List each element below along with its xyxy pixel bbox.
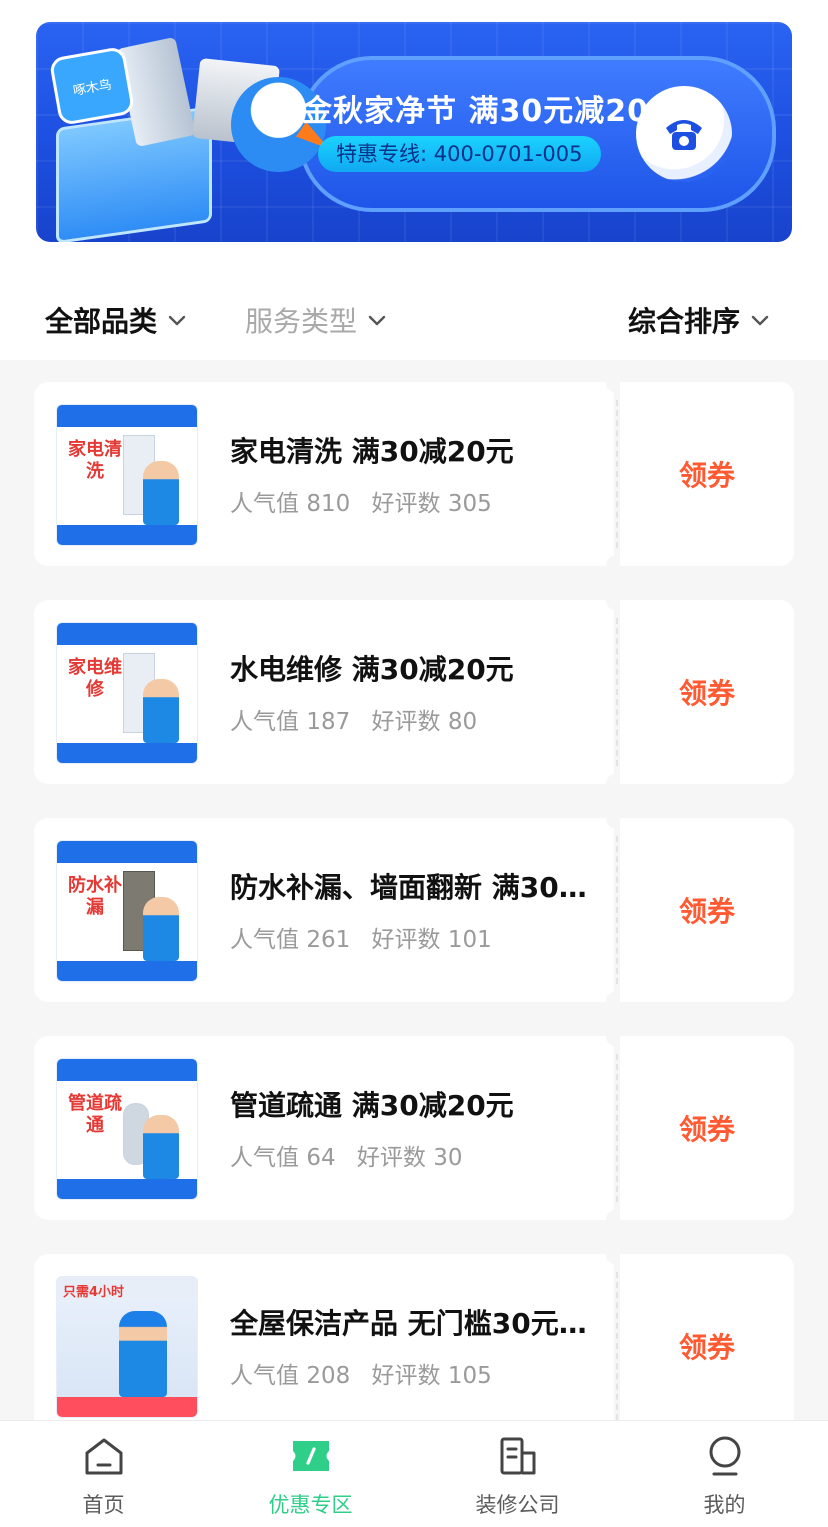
claim-coupon-button[interactable]: 领券 (620, 818, 794, 1002)
coupon-stats: 人气值 64 好评数 30 (230, 1138, 463, 1172)
call-button[interactable] (636, 86, 732, 182)
profile-icon (709, 1436, 741, 1476)
claim-area[interactable]: 领券 (620, 818, 794, 1002)
sort-filter[interactable]: 综合排序 (628, 300, 770, 340)
coupon-title: 家电清洗 满30减20元 (230, 435, 514, 468)
tab-label: 装修公司 (475, 1493, 560, 1517)
bottom-tab-bar: 首页 优惠专区 装修公司 我的 (0, 1420, 828, 1527)
service-thumbnail: 防水补漏 (56, 840, 198, 982)
promo-title: 金秋家净节 满30元减20元 (302, 94, 680, 129)
coupon-stats: 人气值 208 好评数 105 (230, 1356, 492, 1390)
claim-area[interactable]: 领券 (620, 1036, 794, 1220)
popularity-label: 人气值 (230, 491, 299, 517)
coupon-stats: 人气值 810 好评数 305 (230, 484, 492, 518)
claim-area[interactable]: 领券 (620, 600, 794, 784)
coupon-info[interactable]: 管道疏通 管道疏通 满30减20元 人气值 64 好评数 30 (34, 1036, 614, 1220)
coupon-info[interactable]: 家电清洗 家电清洗 满30减20元 人气值 810 好评数 305 (34, 382, 614, 566)
popularity-value: 187 (306, 709, 351, 735)
coupon-card[interactable]: 家电维修 水电维修 满30减20元 人气值 187 好评数 80 领券 (34, 589, 794, 795)
popularity-value: 64 (306, 1145, 336, 1171)
tab-profile[interactable]: 我的 (621, 1421, 828, 1527)
coupon-title: 全屋保洁产品 无门槛30元优惠 (230, 1307, 606, 1340)
building-icon (500, 1437, 536, 1475)
service-thumbnail: 家电维修 (56, 622, 198, 764)
reviews-label: 好评数 (371, 1363, 441, 1389)
home-icon (85, 1438, 123, 1475)
chevron-down-icon (368, 315, 386, 326)
coupon-info[interactable]: 只需4小时 全屋保洁产品 无门槛30元优惠 人气值 208 好评数 105 (34, 1254, 614, 1438)
service-type-filter[interactable]: 服务类型 (245, 300, 387, 340)
reviews-label: 好评数 (356, 1145, 426, 1171)
coupon-title: 防水补漏、墙面翻新 满30减20元 (230, 871, 606, 904)
category-filter-label: 全部品类 (45, 305, 158, 338)
sort-filter-label: 综合排序 (628, 305, 741, 338)
popularity-label: 人气值 (230, 927, 299, 953)
coupon-title: 水电维修 满30减20元 (230, 653, 514, 686)
coupon-card[interactable]: 防水补漏 防水补漏、墙面翻新 满30减20元 人气值 261 好评数 101 领… (34, 807, 794, 1013)
thumbnail-label: 家电清洗 (65, 435, 125, 487)
coupon-stats: 人气值 187 好评数 80 (230, 702, 477, 736)
thumbnail-label: 家电维修 (65, 653, 125, 705)
coupon-divider (616, 1272, 618, 1420)
tab-label: 首页 (82, 1493, 125, 1517)
brand-logo-text: 啄木鸟 (71, 77, 113, 99)
reviews-label: 好评数 (371, 491, 441, 517)
category-filter[interactable]: 全部品类 (45, 300, 187, 340)
coupon-divider (616, 400, 618, 548)
coupon-title: 管道疏通 满30减20元 (230, 1089, 514, 1122)
reviews-value: 80 (447, 709, 478, 735)
coupon-card[interactable]: 家电清洗 家电清洗 满30减20元 人气值 810 好评数 305 领券 (34, 371, 794, 577)
coupon-icon (293, 1441, 329, 1471)
claim-coupon-button[interactable]: 领券 (620, 1254, 794, 1438)
thumbnail-label: 管道疏通 (65, 1089, 125, 1141)
popularity-label: 人气值 (230, 1363, 299, 1389)
claim-coupon-button[interactable]: 领券 (620, 1036, 794, 1220)
brand-logo: 啄木鸟 (48, 45, 136, 127)
thumbnail-label: 只需4小时 (63, 1285, 125, 1300)
reviews-value: 30 (433, 1145, 463, 1171)
chevron-down-icon (751, 315, 769, 326)
tab-decoration-companies[interactable]: 装修公司 (414, 1421, 621, 1527)
reviews-label: 好评数 (371, 709, 441, 735)
thumbnail-label: 防水补漏 (65, 871, 125, 923)
reviews-value: 101 (447, 927, 492, 953)
chevron-down-icon (168, 315, 186, 326)
popularity-label: 人气值 (230, 1145, 299, 1171)
service-type-filter-label: 服务类型 (245, 305, 358, 338)
reviews-label: 好评数 (371, 927, 441, 953)
tab-label: 我的 (703, 1493, 746, 1517)
coupon-info[interactable]: 家电维修 水电维修 满30减20元 人气值 187 好评数 80 (34, 600, 614, 784)
reviews-value: 105 (447, 1363, 492, 1389)
coupon-card[interactable]: 只需4小时 全屋保洁产品 无门槛30元优惠 人气值 208 好评数 105 领券 (34, 1243, 794, 1438)
claim-area[interactable]: 领券 (620, 1254, 794, 1438)
claim-coupon-button[interactable]: 领券 (620, 382, 794, 566)
popularity-value: 261 (306, 927, 351, 953)
claim-area[interactable]: 领券 (620, 382, 794, 566)
coupon-divider (616, 836, 618, 984)
hotline-text[interactable]: 特惠专线: 400-0701-005 (318, 136, 601, 172)
popularity-label: 人气值 (230, 709, 299, 735)
phone-icon (666, 120, 702, 150)
coupon-divider (616, 618, 618, 766)
reviews-value: 305 (447, 491, 492, 517)
popularity-value: 810 (306, 491, 351, 517)
coupon-card[interactable]: 管道疏通 管道疏通 满30减20元 人气值 64 好评数 30 领券 (34, 1025, 794, 1231)
service-thumbnail: 管道疏通 (56, 1058, 198, 1200)
claim-coupon-button[interactable]: 领券 (620, 600, 794, 784)
service-thumbnail: 家电清洗 (56, 404, 198, 546)
coupon-info[interactable]: 防水补漏 防水补漏、墙面翻新 满30减20元 人气值 261 好评数 101 (34, 818, 614, 1002)
tab-label: 优惠专区 (268, 1493, 353, 1517)
popularity-value: 208 (306, 1363, 351, 1389)
tab-coupons[interactable]: 优惠专区 (207, 1421, 414, 1527)
tab-home[interactable]: 首页 (0, 1421, 207, 1527)
coupon-divider (616, 1054, 618, 1202)
coupon-stats: 人气值 261 好评数 101 (230, 920, 492, 954)
service-thumbnail: 只需4小时 (56, 1276, 198, 1418)
